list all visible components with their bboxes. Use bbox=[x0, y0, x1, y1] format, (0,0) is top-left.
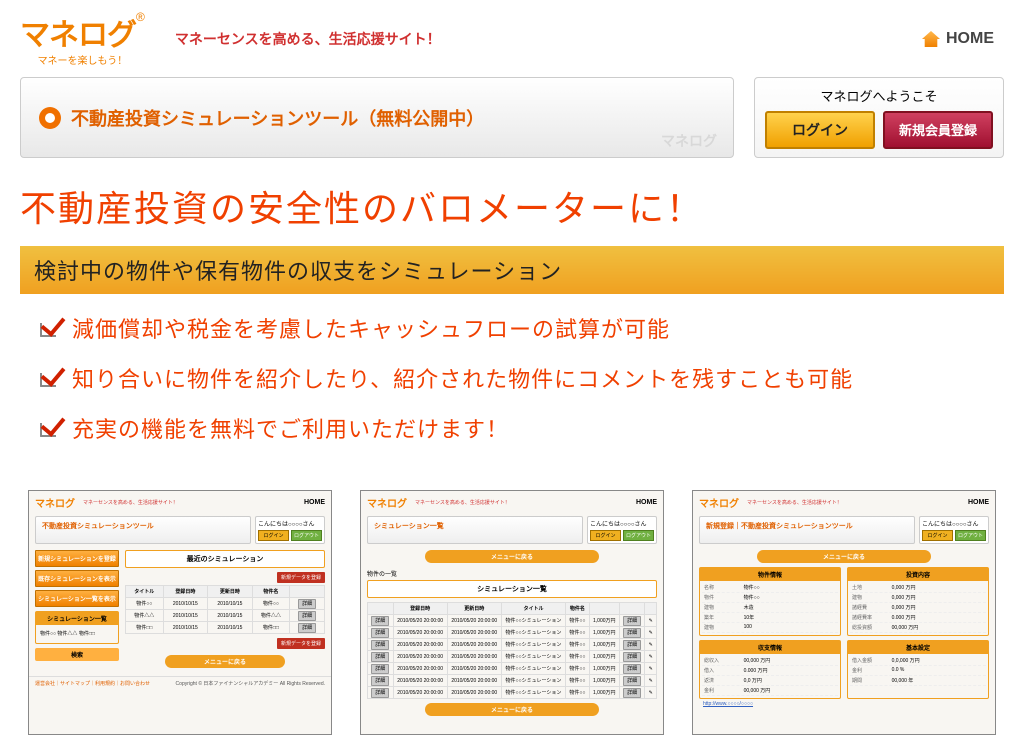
thumb-table: タイトル登録日時更新日時物件名 物件○○2010/10/152010/10/15… bbox=[125, 585, 325, 634]
thumb-infobox: 収支情報 総収入00,000 万円 借入0.000 万円 返済0,0 万円 金利… bbox=[699, 640, 841, 699]
thumb-tagline: マネーセンスを高める、生活応援サイト！ bbox=[83, 499, 178, 506]
logo-subtitle: マネーを楽しもう！ bbox=[20, 52, 145, 67]
feature-list: 減価償却や税金を考慮したキャッシュフローの試算が可能 知り合いに物件を紹介したり… bbox=[0, 294, 1024, 470]
thumb-home: HOME bbox=[636, 499, 657, 506]
thumb-logo: マネログ bbox=[367, 495, 407, 510]
thumb-pill: メニューに戻る bbox=[165, 655, 285, 668]
thumb-infobox-h: 基本設定 bbox=[848, 641, 988, 654]
thumb-login-btn: ログイン bbox=[590, 530, 621, 541]
thumb-sidebar: 新規シミュレーションを登録 既存シミュレーションを表示 シミュレーション一覧を表… bbox=[35, 550, 119, 672]
site-header: マネログ ® マネーを楽しもう！ マネーセンスを高める、生活応援サイト！ HOM… bbox=[0, 0, 1024, 67]
thumb-infobox: 投資内容 土地0,000 万円 建物0,000 万円 諸経費0,000 万円 諸… bbox=[847, 567, 989, 636]
home-label: HOME bbox=[946, 30, 994, 48]
logo-text: マネログ bbox=[20, 10, 136, 54]
tool-banner-text: 不動産投資シミュレーションツール（無料公開中） bbox=[71, 105, 484, 131]
thumb-infobox-h: 投資内容 bbox=[848, 568, 988, 581]
thumb-infobox: 基本設定 借入金額0,0,000 万円 金利0.0 % 期間00,000 年 bbox=[847, 640, 989, 699]
thumb-main: 最近のシミュレーション 新規データを登録 タイトル登録日時更新日時物件名 物件○… bbox=[125, 550, 325, 672]
thumb-grid: 収支情報 総収入00,000 万円 借入0.000 万円 返済0,0 万円 金利… bbox=[699, 640, 989, 699]
thumb-hello: こんにちは○○○○さん bbox=[922, 519, 986, 528]
thumb-pill: メニューに戻る bbox=[757, 550, 931, 563]
thumb-login-box: こんにちは○○○○さん ログイン ログアウト bbox=[919, 516, 989, 544]
tool-banner-brand: マネログ bbox=[661, 131, 717, 151]
thumb-pill: メニューに戻る bbox=[425, 703, 599, 716]
thumb-action: 新規データを登録 bbox=[277, 638, 325, 649]
thumb-search-label: 物件の一覧 bbox=[367, 567, 657, 580]
thumb-login-btn: ログイン bbox=[922, 530, 953, 541]
thumb-side-btn: 既存シミュレーションを表示 bbox=[35, 570, 119, 587]
thumb-main-h: シミュレーション一覧 bbox=[367, 580, 657, 598]
check-icon bbox=[40, 369, 60, 387]
feature-text: 充実の機能を無料でご利用いただけます！ bbox=[72, 412, 509, 444]
thumb-footer-links: 運営会社｜サイトマップ｜利用規約｜お問い合わせ bbox=[35, 680, 150, 687]
thumb-hello: こんにちは○○○○さん bbox=[258, 519, 322, 528]
login-buttons: ログイン 新規会員登録 bbox=[765, 111, 993, 149]
login-welcome: マネログへようこそ bbox=[765, 86, 993, 105]
thumb-grid: 物件情報 名称物件○○ 物件物件○○ 建物木造 築年10年 建物100 投資内容… bbox=[699, 567, 989, 636]
thumbnail-row: マネログ マネーセンスを高める、生活応援サイト！ HOME 不動産投資シミュレー… bbox=[0, 470, 1024, 755]
home-link[interactable]: HOME bbox=[922, 30, 994, 48]
page-headline: 不動産投資の安全性のバロメーターに！ bbox=[0, 168, 1024, 246]
registered-mark: ® bbox=[136, 10, 145, 24]
thumb-bar: 新規登録｜不動産投資シミュレーションツール bbox=[699, 516, 915, 544]
thumb-login-btn: ログイン bbox=[258, 530, 289, 541]
sub-banner: 検討中の物件や保有物件の収支をシミュレーション bbox=[20, 246, 1004, 294]
tool-banner[interactable]: 不動産投資シミュレーションツール（無料公開中） マネログ bbox=[20, 77, 734, 158]
thumb-home: HOME bbox=[968, 499, 989, 506]
thumb-logo: マネログ bbox=[699, 495, 739, 510]
thumb-logout-btn: ログアウト bbox=[291, 530, 322, 541]
thumb-bar: シミュレーション一覧 bbox=[367, 516, 583, 544]
thumb-search: 検索 bbox=[35, 648, 119, 661]
thumb-login-box: こんにちは○○○○さん ログイン ログアウト bbox=[587, 516, 657, 544]
check-icon bbox=[40, 319, 60, 337]
check-icon bbox=[40, 419, 60, 437]
thumbnail-1[interactable]: マネログ マネーセンスを高める、生活応援サイト！ HOME 不動産投資シミュレー… bbox=[28, 490, 332, 735]
thumb-side-box-b: 物件○○ 物件△△ 物件□□ bbox=[36, 625, 118, 643]
thumb-footer: 運営会社｜サイトマップ｜利用規約｜お問い合わせ Copyright © 日本ファ… bbox=[29, 676, 331, 690]
home-icon bbox=[922, 31, 940, 47]
feature-text: 知り合いに物件を紹介したり、紹介された物件にコメントを残すことも可能 bbox=[72, 362, 853, 394]
login-button[interactable]: ログイン bbox=[765, 111, 875, 149]
feature-text: 減価償却や税金を考慮したキャッシュフローの試算が可能 bbox=[72, 312, 670, 344]
main-row: 不動産投資シミュレーションツール（無料公開中） マネログ マネログへようこそ ロ… bbox=[0, 67, 1024, 168]
thumb-logout-btn: ログアウト bbox=[955, 530, 986, 541]
thumb-infobox-h: 収支情報 bbox=[700, 641, 840, 654]
thumb-logout-btn: ログアウト bbox=[623, 530, 654, 541]
thumb-logo: マネログ bbox=[35, 495, 75, 510]
thumbnail-2[interactable]: マネログ マネーセンスを高める、生活応援サイト！ HOME シミュレーション一覧… bbox=[360, 490, 664, 735]
thumb-pill: メニューに戻る bbox=[425, 550, 599, 563]
thumb-table: 登録日時更新日時タイトル物件名 詳細2010/05/20 20:00:00201… bbox=[367, 602, 657, 699]
thumb-main-h: 最近のシミュレーション bbox=[125, 550, 325, 568]
thumb-action: 新規データを登録 bbox=[277, 572, 325, 583]
thumb-infobox: 物件情報 名称物件○○ 物件物件○○ 建物木造 築年10年 建物100 bbox=[699, 567, 841, 636]
site-tagline: マネーセンスを高める、生活応援サイト！ bbox=[175, 29, 441, 49]
thumb-link: http://www.○○○○/○○○○ bbox=[699, 699, 989, 709]
thumbnail-3[interactable]: マネログ マネーセンスを高める、生活応援サイト！ HOME 新規登録｜不動産投資… bbox=[692, 490, 996, 735]
thumb-bar: 不動産投資シミュレーションツール bbox=[35, 516, 251, 544]
gear-icon bbox=[39, 107, 61, 129]
thumb-login-box: こんにちは○○○○さん ログイン ログアウト bbox=[255, 516, 325, 544]
thumb-tagline: マネーセンスを高める、生活応援サイト！ bbox=[747, 499, 842, 506]
thumb-tagline: マネーセンスを高める、生活応援サイト！ bbox=[415, 499, 510, 506]
thumb-side-box-h: シミュレーション一覧 bbox=[36, 612, 118, 625]
thumb-footer-copy: Copyright © 日本ファイナンシャルアカデミー All Rights R… bbox=[176, 680, 325, 687]
thumb-infobox-h: 物件情報 bbox=[700, 568, 840, 581]
login-box: マネログへようこそ ログイン 新規会員登録 bbox=[754, 77, 1004, 158]
feature-item: 減価償却や税金を考慮したキャッシュフローの試算が可能 bbox=[40, 312, 984, 344]
thumb-side-btn: シミュレーション一覧を表示 bbox=[35, 590, 119, 607]
thumb-side-btn: 新規シミュレーションを登録 bbox=[35, 550, 119, 567]
thumb-hello: こんにちは○○○○さん bbox=[590, 519, 654, 528]
feature-item: 充実の機能を無料でご利用いただけます！ bbox=[40, 412, 984, 444]
feature-item: 知り合いに物件を紹介したり、紹介された物件にコメントを残すことも可能 bbox=[40, 362, 984, 394]
logo-area[interactable]: マネログ ® マネーを楽しもう！ マネーセンスを高める、生活応援サイト！ bbox=[20, 10, 441, 67]
thumb-home: HOME bbox=[304, 499, 325, 506]
register-button[interactable]: 新規会員登録 bbox=[883, 111, 993, 149]
